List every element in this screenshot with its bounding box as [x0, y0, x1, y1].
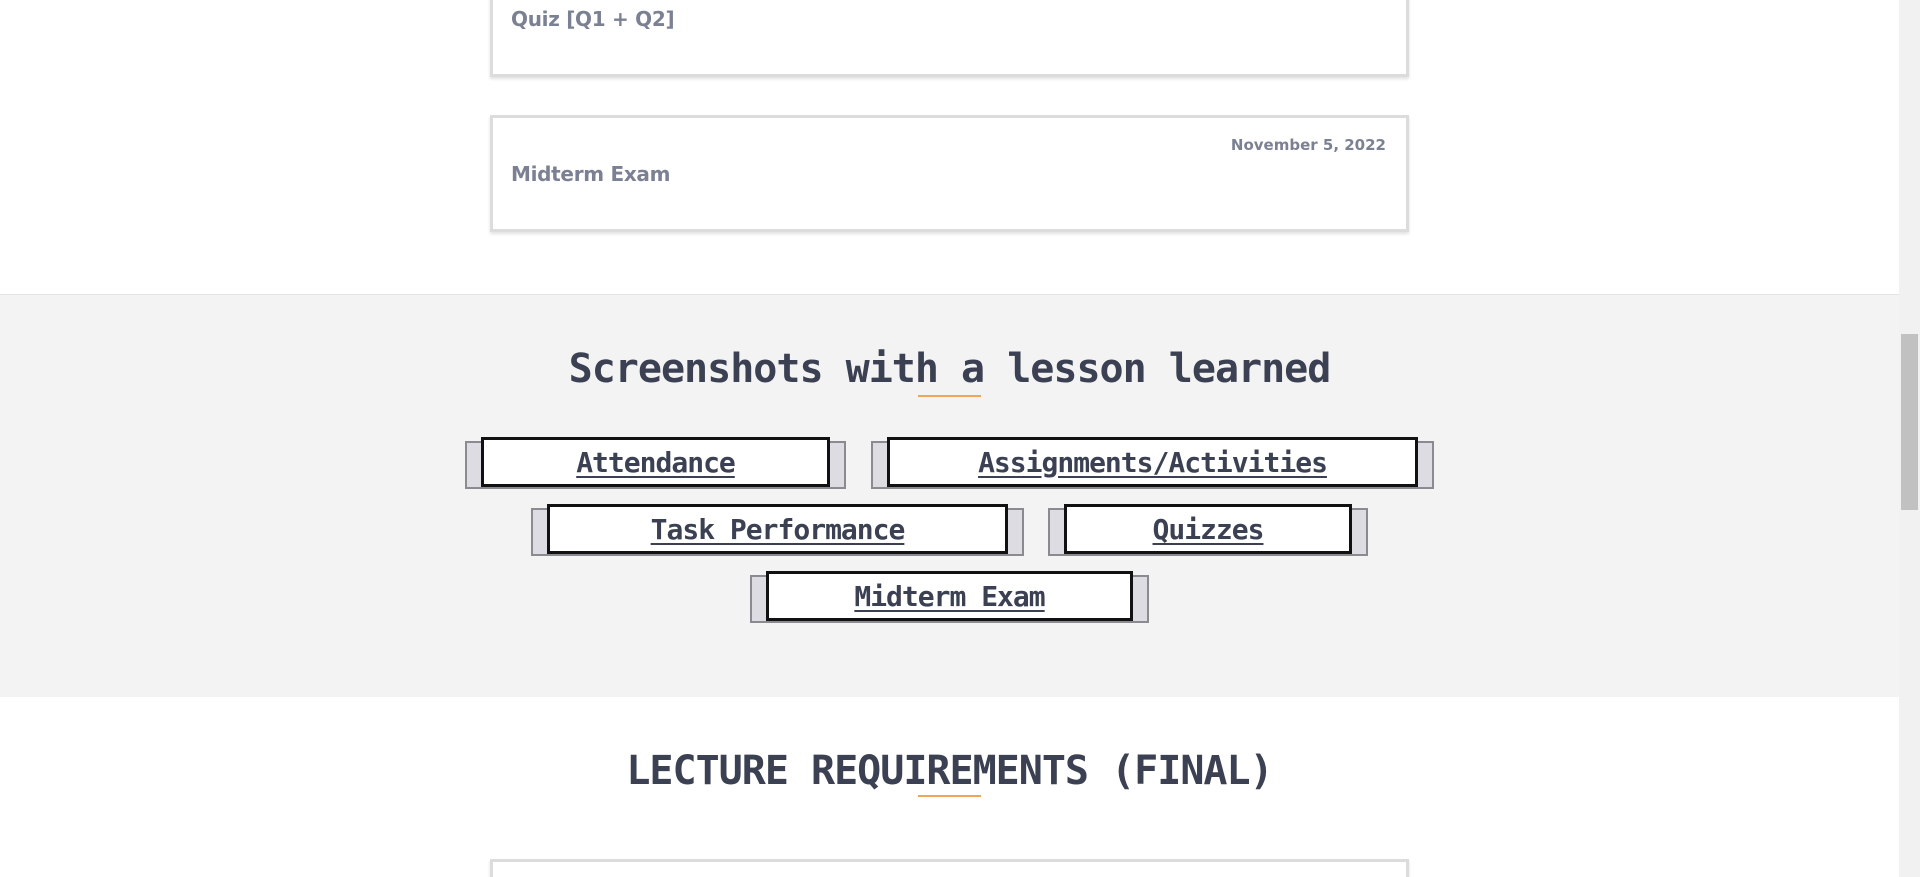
assignments-activities-button[interactable]: Assignments/Activities	[871, 437, 1434, 489]
screenshots-heading: Screenshots with a lesson learned	[568, 346, 1332, 392]
attendance-button[interactable]: Attendance	[465, 437, 846, 489]
page: Quiz [Q1 + Q2] November 5, 2022 Midterm …	[0, 0, 1899, 877]
lecture-requirements-heading: LECTURE REQUIREMENTS (FINAL)	[626, 748, 1273, 794]
vertical-scrollbar[interactable]	[1899, 0, 1920, 877]
heading-underline	[918, 395, 981, 397]
screenshots-section: Screenshots with a lesson learned Attend…	[0, 294, 1899, 697]
task-performance-button-label[interactable]: Task Performance	[547, 504, 1008, 554]
lecture-heading-underline	[918, 795, 981, 797]
midterm-card-date: November 5, 2022	[1230, 136, 1386, 154]
assignments-activities-button-label[interactable]: Assignments/Activities	[887, 437, 1418, 487]
scrollbar-thumb[interactable]	[1901, 334, 1918, 510]
quiz-card: Quiz [Q1 + Q2]	[490, 0, 1409, 77]
final-requirements-card	[490, 859, 1409, 877]
attendance-button-label[interactable]: Attendance	[481, 437, 830, 487]
midterm-card: November 5, 2022 Midterm Exam	[490, 115, 1409, 232]
quizzes-button-label[interactable]: Quizzes	[1064, 504, 1352, 554]
midterm-card-title: Midterm Exam	[511, 162, 671, 186]
midterm-exam-button[interactable]: Midterm Exam	[750, 571, 1149, 623]
task-performance-button[interactable]: Task Performance	[531, 504, 1024, 556]
quiz-card-title: Quiz [Q1 + Q2]	[511, 7, 675, 31]
quizzes-button[interactable]: Quizzes	[1048, 504, 1368, 556]
midterm-exam-button-label[interactable]: Midterm Exam	[766, 571, 1133, 621]
